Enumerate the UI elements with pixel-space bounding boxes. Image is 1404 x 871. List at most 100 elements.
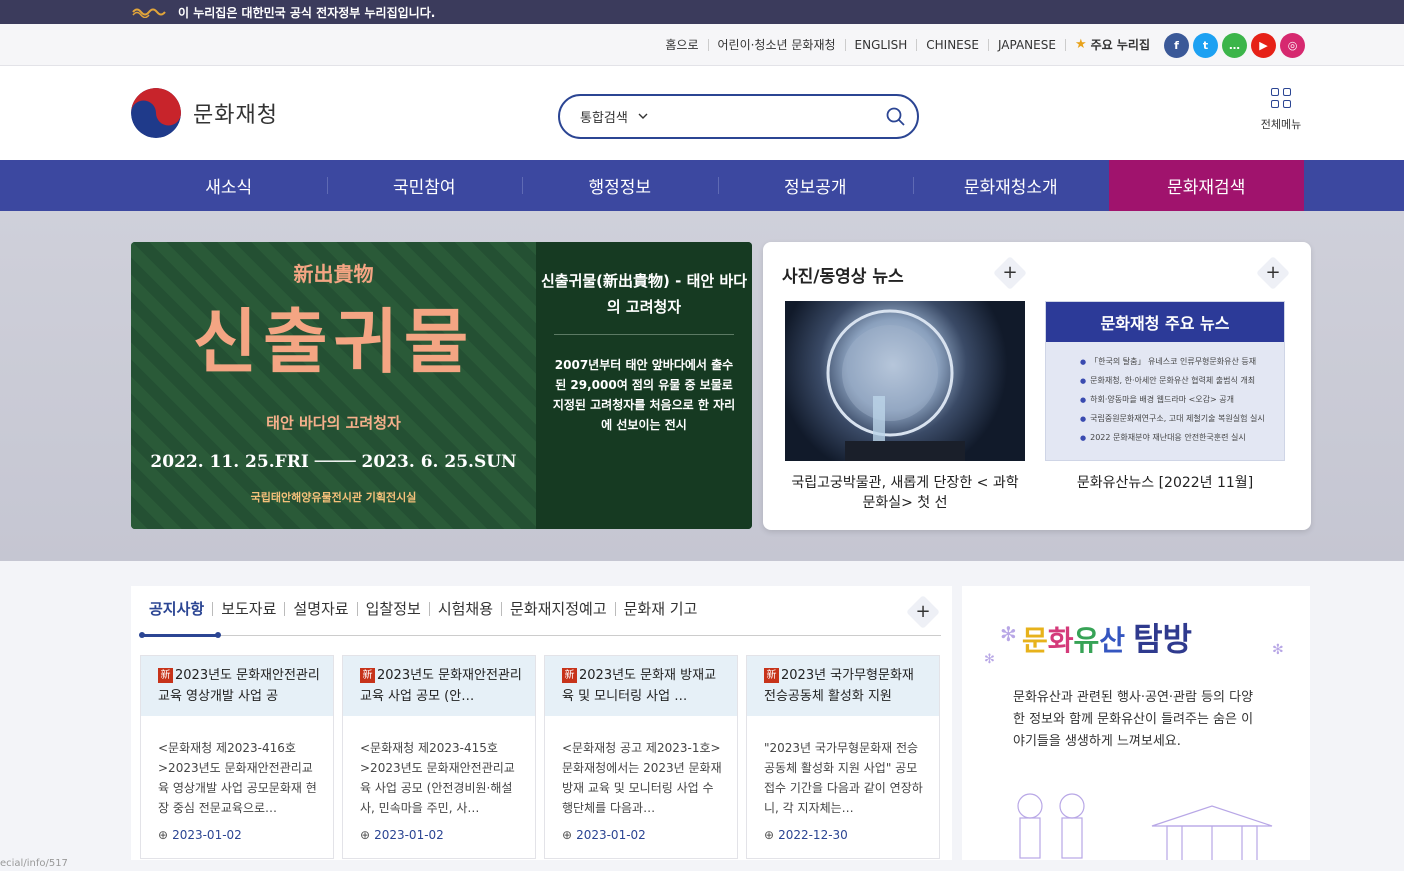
notice-card-body: <문화재청 공고 제2023-1호>문화재청에서는 2023년 문화재 방재 교… bbox=[562, 741, 722, 815]
media-more-plus-icon-2[interactable]: + bbox=[1256, 256, 1290, 290]
divider bbox=[554, 334, 734, 335]
english-link[interactable]: ENGLISH bbox=[844, 39, 917, 51]
heritage-tour-banner[interactable]: ✻ ✻ ✻ 문화유산 탐방 문화유산과 관련된 행사·공연·관람 등의 다양한 정… bbox=[962, 586, 1310, 860]
tab-explanations[interactable]: 설명자료 bbox=[284, 602, 356, 617]
new-badge-icon: 新 bbox=[562, 668, 577, 683]
japanese-link[interactable]: JAPANESE bbox=[987, 39, 1065, 51]
utility-bar: 홈으로 어린이·청소년 문화재청 ENGLISH CHINESE JAPANES… bbox=[0, 24, 1404, 66]
nav-item-about[interactable]: 문화재청소개 bbox=[913, 160, 1109, 211]
banner-artwork: 新出貴物 신출귀물 태안 바다의 고려청자 2022. 11. 25.FRI ─… bbox=[131, 242, 536, 529]
nav-item-heritage-search[interactable]: 문화재검색 bbox=[1108, 160, 1304, 211]
favorite-sites-button[interactable]: ★ 주요 누리집 bbox=[1064, 37, 1150, 52]
lower-section: 공지사항 보도자료 설명자료 입찰정보 시험채용 문화재지정예고 문화재 기고 … bbox=[0, 561, 1404, 871]
notice-card-title-text: 2023년 국가무형문화재 전승공동체 활성화 지원 bbox=[764, 668, 914, 704]
media-news-title: 사진/동영상 뉴스 bbox=[782, 267, 904, 287]
government-banner: 이 누리집은 대한민국 공식 전자정부 누리집입니다. bbox=[0, 0, 1404, 24]
media-caption-science-hall[interactable]: 국립고궁박물관, 새롭게 단장한 < 과학문화실> 첫 선 bbox=[785, 473, 1025, 513]
government-logo-icon bbox=[132, 6, 166, 19]
notice-card-body: "2023년 국가무형문화재 전승공동체 활성화 지원 사업" 공모 접수 기간… bbox=[764, 741, 923, 815]
search-icon[interactable] bbox=[873, 97, 917, 137]
tab-notices[interactable]: 공지사항 bbox=[149, 602, 212, 617]
tab-contributions[interactable]: 문화재 기고 bbox=[614, 602, 706, 617]
news-thumb-heading: 문화재청 주요 뉴스 bbox=[1046, 302, 1284, 342]
notice-card-date: 2022-12-30 bbox=[764, 828, 848, 842]
heritage-tour-title: 문화유산 탐방 bbox=[1022, 614, 1192, 660]
snowflake-icon: ✻ bbox=[1000, 622, 1017, 646]
banner-title: 신출귀물 bbox=[192, 300, 475, 383]
title-char: 문 bbox=[1022, 624, 1048, 657]
new-badge-icon: 新 bbox=[158, 668, 173, 683]
tab-recruitment[interactable]: 시험채용 bbox=[428, 602, 501, 617]
notice-card-body: <문화재청 제2023-415호>2023년도 문화재안전관리교육 사업 공모 … bbox=[360, 741, 515, 815]
all-menu-button[interactable]: 전체메뉴 bbox=[1256, 88, 1306, 132]
notice-card-title: 新 2023년도 문화재 방재교육 및 모니터링 사업 … bbox=[545, 656, 737, 716]
main-navigation: 새소식 국민참여 행정정보 정보공개 문화재청소개 문화재검색 bbox=[0, 160, 1404, 211]
star-icon: ★ bbox=[1074, 37, 1087, 52]
media-news-panel: 사진/동영상 뉴스 + + 문화재청 주요 뉴스 「한국의 탈춤」 유네스코 인… bbox=[763, 242, 1311, 530]
notice-card[interactable]: 新 2023년 국가무형문화재 전승공동체 활성화 지원 "2023년 국가무형문… bbox=[746, 655, 940, 859]
twitter-icon[interactable]: t bbox=[1193, 33, 1218, 58]
notice-tabs: 공지사항 보도자료 설명자료 입찰정보 시험채용 문화재지정예고 문화재 기고 bbox=[149, 602, 706, 617]
nav-item-admin-info[interactable]: 행정정보 bbox=[522, 160, 718, 211]
notice-card-date: 2023-01-02 bbox=[158, 828, 242, 842]
title-char: 산 bbox=[1099, 624, 1126, 657]
media-more-plus-icon[interactable]: + bbox=[993, 256, 1027, 290]
notice-card-title-text: 2023년도 문화재안전관리교육 영상개발 사업 공 bbox=[158, 668, 320, 704]
notice-card[interactable]: 新 2023년도 문화재안전관리교육 사업 공모 (안… <문화재청 제2023-… bbox=[342, 655, 536, 859]
hero-section: 新出貴物 신출귀물 태안 바다의 고려청자 2022. 11. 25.FRI ─… bbox=[0, 211, 1404, 561]
notice-card[interactable]: 新 2023년도 문화재 방재교육 및 모니터링 사업 … <문화재청 공고 제2… bbox=[544, 655, 738, 859]
news-thumb-row: 국립중원문화재연구소, 고대 제철기술 복원실험 실시 bbox=[1080, 409, 1284, 428]
news-thumb-row: 하회·양동마을 배경 웹드라마 <오감> 공개 bbox=[1080, 390, 1284, 409]
banner-dates: 2022. 11. 25.FRI ──── 2023. 6. 25.SUN bbox=[150, 452, 517, 472]
search-scope-label: 통합검색 bbox=[580, 111, 628, 126]
tab-press-releases[interactable]: 보도자료 bbox=[212, 602, 284, 617]
favorite-sites-label: 주요 누리집 bbox=[1090, 38, 1150, 52]
snowflake-icon: ✻ bbox=[1272, 642, 1284, 658]
banner-info-title: 신출귀물(新出貴物) - 태안 바다의 고려청자 bbox=[540, 272, 747, 316]
nav-item-participation[interactable]: 국민참여 bbox=[326, 160, 523, 211]
grid-menu-icon bbox=[1271, 88, 1291, 108]
exhibition-banner[interactable]: 新出貴物 신출귀물 태안 바다의 고려청자 2022. 11. 25.FRI ─… bbox=[131, 242, 752, 529]
banner-info-description: 2007년부터 태안 앞바다에서 출수된 29,000여 점의 유물 중 보물로… bbox=[552, 358, 736, 432]
nav-item-disclosure[interactable]: 정보공개 bbox=[717, 160, 914, 211]
heritage-tour-description: 문화유산과 관련된 행사·공연·관람 등의 다양한 정보와 함께 문화유산이 들… bbox=[1013, 690, 1254, 749]
news-thumb-row: 2022 문화재분야 재난대응 안전한국훈련 실시 bbox=[1080, 428, 1284, 447]
all-menu-label: 전체메뉴 bbox=[1260, 118, 1302, 131]
active-tab-indicator bbox=[139, 632, 221, 638]
notice-card-title: 新 2023년 국가무형문화재 전승공동체 활성화 지원 bbox=[747, 656, 939, 716]
talk-icon[interactable]: … bbox=[1222, 33, 1247, 58]
government-banner-text: 이 누리집은 대한민국 공식 전자정부 누리집입니다. bbox=[178, 5, 436, 20]
site-logo[interactable]: 문화재청 bbox=[131, 88, 278, 138]
title-char: 탐방 bbox=[1133, 620, 1192, 658]
taegeuk-emblem-icon bbox=[131, 88, 181, 138]
tab-designation-notices[interactable]: 문화재지정예고 bbox=[501, 602, 615, 617]
chevron-down-icon bbox=[638, 109, 648, 124]
title-char: 화 bbox=[1047, 624, 1074, 657]
news-thumb-row: 문화재청, 한·아세안 문화유산 협력체 출범식 개최 bbox=[1080, 371, 1284, 390]
home-link[interactable]: 홈으로 bbox=[656, 39, 707, 51]
notice-card-date: 2023-01-02 bbox=[360, 828, 444, 842]
nav-item-news[interactable]: 새소식 bbox=[131, 160, 327, 211]
palace-illustration bbox=[1017, 793, 1273, 860]
youtube-icon[interactable]: ▶ bbox=[1251, 33, 1276, 58]
heritage-news-thumbnail[interactable]: 문화재청 주요 뉴스 「한국의 탈춤」 유네스코 인류무형문화유산 등재 문화재… bbox=[1045, 301, 1285, 461]
notice-card-body: <문화재청 제2023-416호>2023년도 문화재안전관리교육 영상개발 사… bbox=[158, 741, 317, 815]
chinese-link[interactable]: CHINESE bbox=[916, 39, 988, 51]
tab-bids[interactable]: 입찰정보 bbox=[356, 602, 429, 617]
media-caption-heritage-news[interactable]: 문화유산뉴스 [2022년 11월] bbox=[1045, 473, 1285, 493]
notice-card[interactable]: 新 2023년도 문화재안전관리교육 영상개발 사업 공 <문화재청 제2023-… bbox=[140, 655, 334, 859]
instagram-icon[interactable]: ◎ bbox=[1280, 33, 1305, 58]
search-scope-select[interactable]: 통합검색 bbox=[580, 107, 670, 126]
notice-card-title: 新 2023년도 문화재안전관리교육 영상개발 사업 공 bbox=[141, 656, 333, 716]
science-hall-photo[interactable] bbox=[785, 301, 1025, 461]
search-input[interactable] bbox=[670, 109, 873, 124]
facebook-icon[interactable]: f bbox=[1164, 33, 1189, 58]
title-char: 유 bbox=[1073, 624, 1100, 657]
kids-site-link[interactable]: 어린이·청소년 문화재청 bbox=[707, 39, 845, 51]
notice-card-title-text: 2023년도 문화재안전관리교육 사업 공모 (안… bbox=[360, 668, 522, 704]
news-thumb-row: 「한국의 탈춤」 유네스코 인류무형문화유산 등재 bbox=[1080, 352, 1284, 371]
banner-venue: 국립태안해양유물전시관 기획전시실 bbox=[250, 491, 417, 504]
site-name: 문화재청 bbox=[193, 103, 278, 128]
notice-more-plus-icon[interactable]: + bbox=[906, 595, 940, 629]
site-header: 문화재청 통합검색 전체메뉴 bbox=[0, 66, 1404, 160]
